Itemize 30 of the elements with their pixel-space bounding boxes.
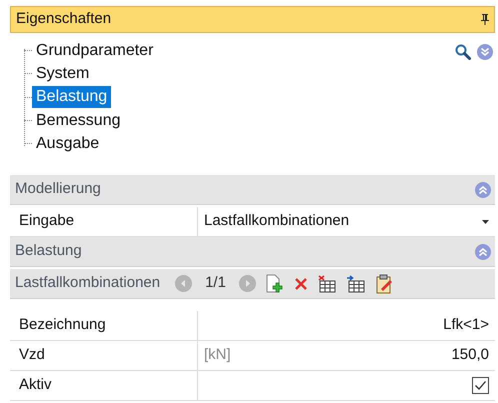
table-delete-icon[interactable] — [316, 274, 337, 292]
tree-item[interactable]: System — [32, 62, 94, 85]
checkbox[interactable] — [472, 377, 489, 394]
expand-icon[interactable] — [477, 44, 493, 60]
panel-title: Eigenschaften — [16, 9, 112, 30]
dropdown-arrow-icon[interactable] — [482, 220, 489, 224]
collapse-icon[interactable] — [475, 244, 491, 260]
input-field[interactable]: 150,0 — [451, 344, 489, 367]
record-counter: 1/1 — [205, 273, 226, 294]
input-field[interactable]: Lfk<1> — [443, 314, 489, 337]
delete-icon[interactable] — [294, 276, 308, 290]
tree-item[interactable]: Grundparameter — [32, 40, 158, 62]
tree-item[interactable]: Belastung — [32, 86, 112, 108]
property-label: Vzd — [19, 345, 45, 366]
navigator-label: Lastfallkombinationen — [15, 273, 160, 294]
search-icon[interactable] — [455, 44, 471, 60]
pin-icon[interactable] — [481, 14, 489, 25]
section-header[interactable]: Modellierung — [10, 175, 495, 205]
section-header[interactable]: Belastung — [10, 237, 495, 267]
collapse-icon[interactable] — [475, 182, 491, 198]
input-dropdown[interactable]: Lastfallkombinationen — [204, 210, 489, 233]
tree-item[interactable]: Bemessung — [32, 110, 124, 132]
property-label: Bezeichnung — [19, 315, 106, 336]
table-import-icon[interactable] — [346, 274, 366, 292]
property-label: Aktiv — [19, 375, 52, 396]
unit-label: [kN] — [204, 345, 231, 366]
property-label: Eingabe — [19, 211, 74, 232]
tree-item[interactable]: Ausgabe — [32, 132, 104, 155]
new-document-icon[interactable] — [264, 274, 285, 294]
clipboard-edit-icon[interactable] — [374, 274, 393, 294]
